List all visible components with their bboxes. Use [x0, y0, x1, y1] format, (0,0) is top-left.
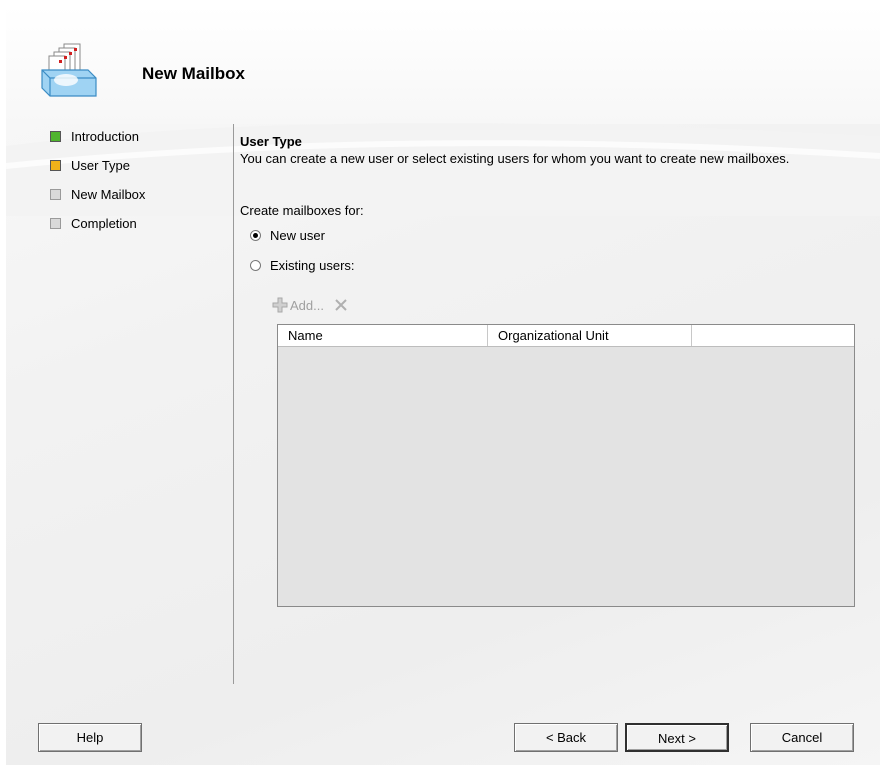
column-header-blank[interactable] [692, 325, 854, 346]
step-current-icon [50, 159, 61, 171]
group-label: Create mailboxes for: [240, 203, 364, 218]
wizard-window: New Mailbox Introduction User Type New M… [6, 6, 880, 765]
step-pending-icon [50, 217, 61, 229]
nav-item-introduction: Introduction [50, 127, 139, 145]
back-button[interactable]: < Back [514, 723, 618, 752]
add-button-label: Add... [290, 297, 324, 313]
next-button[interactable]: Next > [625, 723, 729, 752]
step-pending-icon [50, 188, 61, 200]
nav-item-label: Introduction [71, 128, 139, 144]
remove-icon[interactable] [334, 298, 348, 312]
users-toolbar: Add... [272, 295, 348, 315]
nav-item-user-type: User Type [50, 156, 130, 174]
step-completed-icon [50, 130, 61, 142]
nav-item-label: New Mailbox [71, 186, 146, 202]
section-description: You can create a new user or select exis… [240, 151, 790, 166]
wizard-title: New Mailbox [142, 64, 245, 83]
radio-label: Existing users: [270, 258, 355, 273]
radio-new-user[interactable]: New user [250, 226, 370, 246]
radio-label: New user [270, 228, 325, 243]
nav-item-completion: Completion [50, 214, 137, 232]
section-title: User Type [240, 134, 302, 149]
table-header: Name Organizational Unit [278, 325, 854, 347]
nav-divider [233, 124, 234, 684]
radio-button[interactable] [250, 230, 261, 241]
help-button[interactable]: Help [38, 723, 142, 752]
nav-item-label: User Type [71, 157, 131, 173]
column-header-name[interactable]: Name [278, 325, 488, 346]
add-icon [272, 297, 288, 313]
nav-item-new-mailbox: New Mailbox [50, 185, 145, 203]
radio-button[interactable] [250, 260, 261, 271]
radio-selected-dot [253, 233, 258, 238]
mailbox-icon [41, 43, 97, 97]
column-header-organizational-unit[interactable]: Organizational Unit [488, 325, 692, 346]
radio-existing-users[interactable]: Existing users: [250, 256, 390, 276]
nav-item-label: Completion [71, 215, 137, 231]
users-table[interactable]: Name Organizational Unit [277, 324, 855, 607]
add-button[interactable]: Add... [272, 297, 324, 313]
cancel-button[interactable]: Cancel [750, 723, 854, 752]
